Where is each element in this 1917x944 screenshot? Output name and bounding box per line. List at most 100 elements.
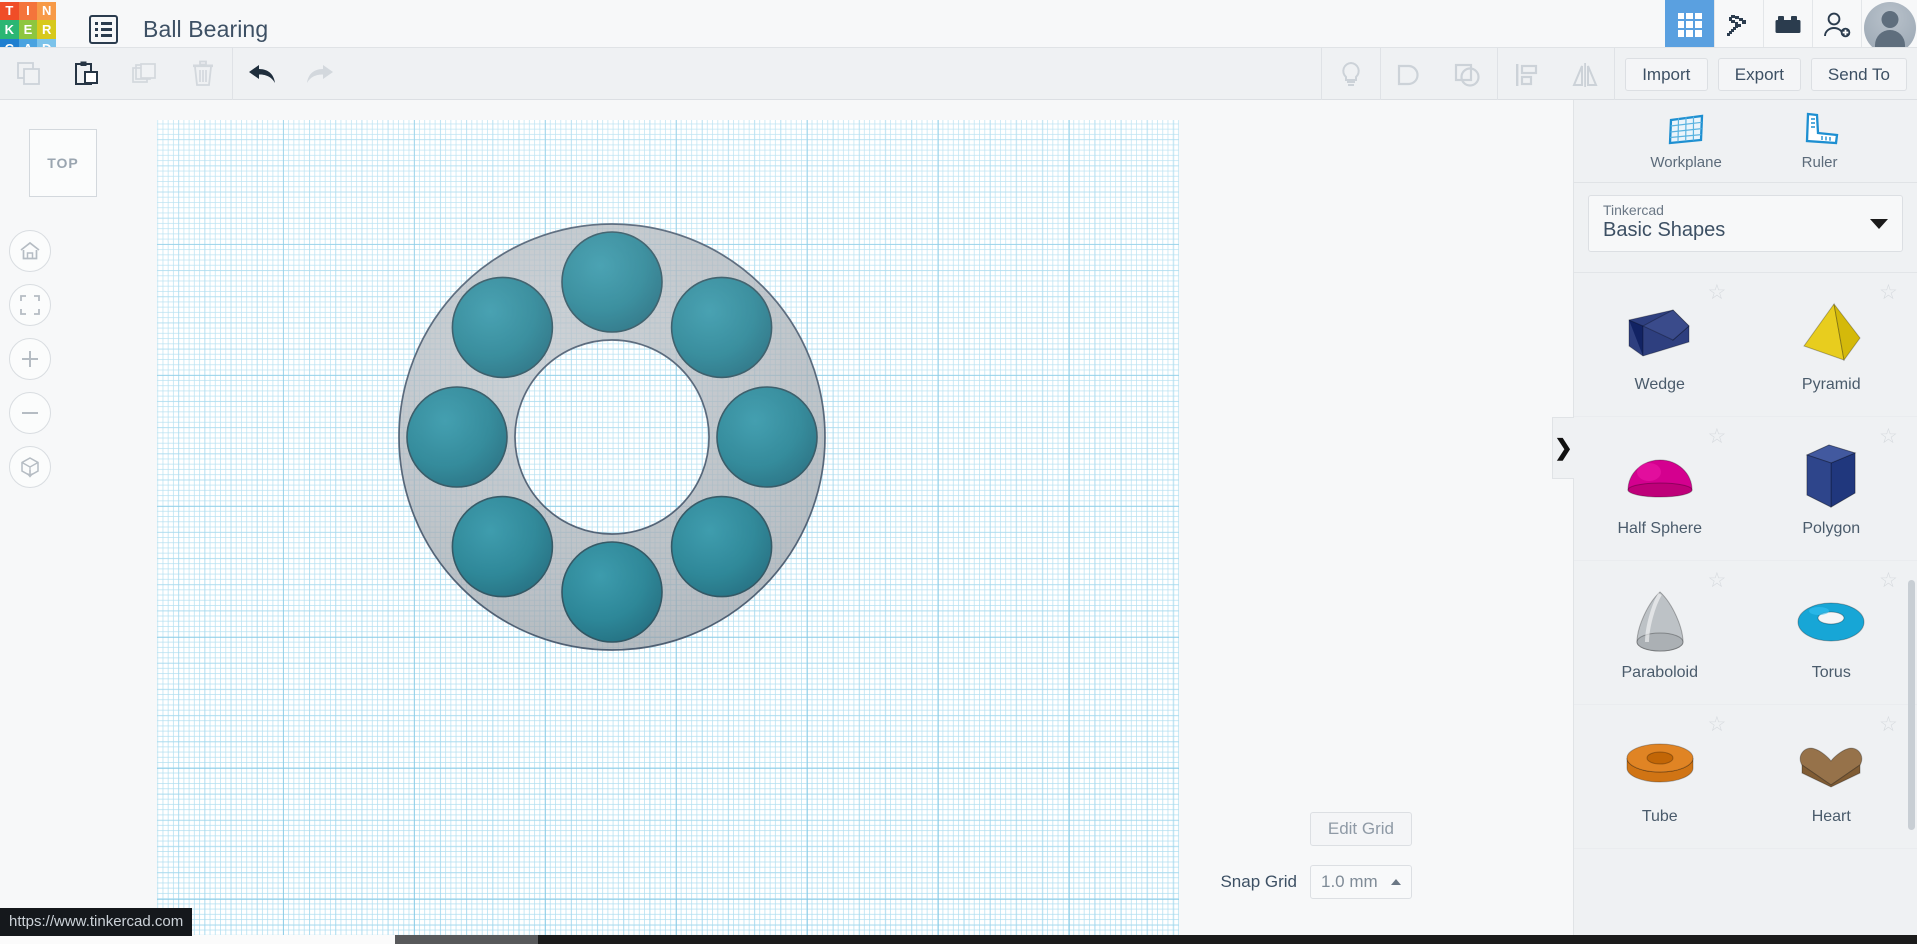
workplane-tool[interactable]: Workplane	[1650, 111, 1722, 171]
list-line	[95, 34, 112, 37]
panel-scrollbar[interactable]	[1908, 580, 1915, 830]
logo-tile-t: T	[0, 1, 19, 21]
horizontal-scrollbar[interactable]	[0, 935, 1917, 944]
logo-tile-n: N	[37, 1, 56, 21]
history-tools	[233, 47, 349, 100]
shape-item-label: Tube	[1641, 807, 1678, 825]
shape-item-label: Polygon	[1802, 519, 1861, 537]
shape-item-polygon[interactable]: ☆ Polygon	[1745, 417, 1917, 561]
horizontal-scrollbar-thumb[interactable]	[395, 935, 538, 944]
shape-item-label: Heart	[1811, 807, 1851, 825]
minecraft-pickaxe-icon[interactable]	[1714, 0, 1763, 49]
caret-up-icon	[1391, 879, 1401, 885]
paraboloid-shape-icon	[1623, 584, 1697, 658]
clipboard-tools	[0, 47, 232, 100]
collapse-panel-button[interactable]: ❯	[1552, 417, 1574, 479]
lego-brick-icon[interactable]	[1763, 0, 1812, 49]
snap-grid-control: Snap Grid 1.0 mm	[1220, 865, 1412, 899]
zoom-out-icon[interactable]	[9, 392, 51, 434]
favorite-star-icon[interactable]: ☆	[1708, 282, 1728, 303]
import-button[interactable]: Import	[1624, 58, 1708, 91]
snap-grid-value: 1.0 mm	[1321, 872, 1378, 891]
toolbar-divider	[1613, 48, 1615, 101]
shape-item-label: Paraboloid	[1621, 663, 1699, 681]
add-person-icon[interactable]	[1812, 0, 1861, 49]
panel-top-tools: Workplane Ruler	[1574, 100, 1917, 183]
chevron-down-icon	[1870, 218, 1888, 229]
status-url-tooltip: https://www.tinkercad.com	[0, 908, 193, 936]
workplane-label: Workplane	[1650, 154, 1722, 171]
send-to-button[interactable]: Send To	[1810, 58, 1907, 91]
copy-icon[interactable]	[0, 47, 58, 100]
wedge-shape-icon	[1623, 296, 1697, 370]
shape-item-half-sphere[interactable]: ☆ Half Sphere	[1574, 417, 1746, 561]
group-shapes-icon[interactable]	[1381, 48, 1439, 101]
torus-shape-icon	[1794, 584, 1868, 658]
logo-tile-e: E	[18, 20, 38, 39]
snap-grid-select[interactable]: 1.0 mm	[1310, 865, 1412, 899]
heart-shape-icon	[1794, 728, 1868, 802]
favorite-star-icon[interactable]: ☆	[1879, 426, 1899, 447]
redo-arrow-icon[interactable]	[291, 47, 349, 100]
logo-tile-r: R	[37, 20, 56, 39]
ungroup-shapes-icon[interactable]	[1439, 48, 1497, 101]
shape-item-label: Torus	[1811, 663, 1851, 681]
design-canvas[interactable]: TOP Edit Grid Snap Grid 1.0 mm	[0, 100, 1573, 944]
favorite-star-icon[interactable]: ☆	[1708, 714, 1728, 735]
ruler-label: Ruler	[1801, 154, 1838, 171]
lightbulb-notes-icon[interactable]	[1322, 48, 1380, 101]
favorite-star-icon[interactable]: ☆	[1879, 714, 1899, 735]
shape-item-heart[interactable]: ☆ Heart	[1745, 705, 1917, 849]
perspective-toggle-icon[interactable]	[9, 446, 51, 488]
shape-item-pyramid[interactable]: ☆ Pyramid	[1745, 273, 1917, 417]
list-line	[95, 28, 112, 31]
shape-item-label: Half Sphere	[1617, 519, 1703, 537]
favorite-star-icon[interactable]: ☆	[1879, 282, 1899, 303]
favorite-star-icon[interactable]: ☆	[1708, 570, 1728, 591]
favorite-star-icon[interactable]: ☆	[1879, 570, 1899, 591]
edit-toolbar: Import Export Send To	[0, 47, 1917, 101]
snap-grid-label: Snap Grid	[1220, 872, 1297, 891]
logo-tile-k: K	[0, 20, 19, 39]
shape-library-grid: ☆ Wedge ☆ Pyramid ☆ Half Sphere ☆ Polygon ☆ Parab…	[1574, 272, 1917, 944]
shape-item-label: Wedge	[1634, 375, 1685, 393]
export-button[interactable]: Export	[1717, 58, 1801, 91]
polygon-shape-icon	[1794, 440, 1868, 514]
design-title[interactable]: Ball Bearing	[143, 16, 268, 43]
ball-bearing-model[interactable]	[157, 120, 1179, 944]
shape-action-tools: Import Export Send To	[1320, 48, 1917, 101]
ruler-icon	[1805, 112, 1838, 145]
workplane-icon	[1668, 114, 1704, 145]
list-line	[95, 22, 112, 25]
library-name: Basic Shapes	[1603, 219, 1726, 241]
home-view-icon[interactable]	[9, 230, 51, 272]
duplicate-icon[interactable]	[116, 47, 174, 100]
shape-item-wedge[interactable]: ☆ Wedge	[1574, 273, 1746, 417]
shape-item-tube[interactable]: ☆ Tube	[1574, 705, 1746, 849]
shapes-panel: ❯ Workplane Ruler Tinkercad Basic Shapes…	[1552, 100, 1917, 944]
tinkercad-app: TINKERCAD Ball Bearing	[0, 0, 1917, 944]
zoom-in-icon[interactable]	[9, 338, 51, 380]
fit-to-view-icon[interactable]	[9, 284, 51, 326]
halfsphere-shape-icon	[1623, 440, 1697, 514]
undo-arrow-icon[interactable]	[233, 47, 291, 100]
shape-item-torus[interactable]: ☆ Torus	[1745, 561, 1917, 705]
favorite-star-icon[interactable]: ☆	[1708, 426, 1728, 447]
shape-item-paraboloid[interactable]: ☆ Paraboloid	[1574, 561, 1746, 705]
view-navigation-buttons	[9, 230, 51, 488]
paste-icon[interactable]	[58, 47, 116, 100]
3d-designs-grid-icon[interactable]	[1665, 0, 1714, 49]
workplane-grid[interactable]	[157, 120, 1179, 944]
documents-list-icon[interactable]	[89, 15, 118, 44]
tube-shape-icon	[1623, 728, 1697, 802]
delete-trash-icon[interactable]	[174, 47, 232, 100]
edit-grid-button[interactable]: Edit Grid	[1309, 812, 1412, 846]
library-category: Tinkercad	[1603, 202, 1664, 218]
shape-item-label: Pyramid	[1801, 375, 1861, 393]
pyramid-shape-icon	[1794, 296, 1868, 370]
mirror-flip-icon[interactable]	[1556, 48, 1614, 101]
ruler-tool[interactable]: Ruler	[1799, 111, 1841, 171]
align-icon[interactable]	[1498, 48, 1556, 101]
shape-library-select[interactable]: Tinkercad Basic Shapes	[1588, 195, 1903, 252]
view-cube[interactable]: TOP	[29, 129, 97, 197]
